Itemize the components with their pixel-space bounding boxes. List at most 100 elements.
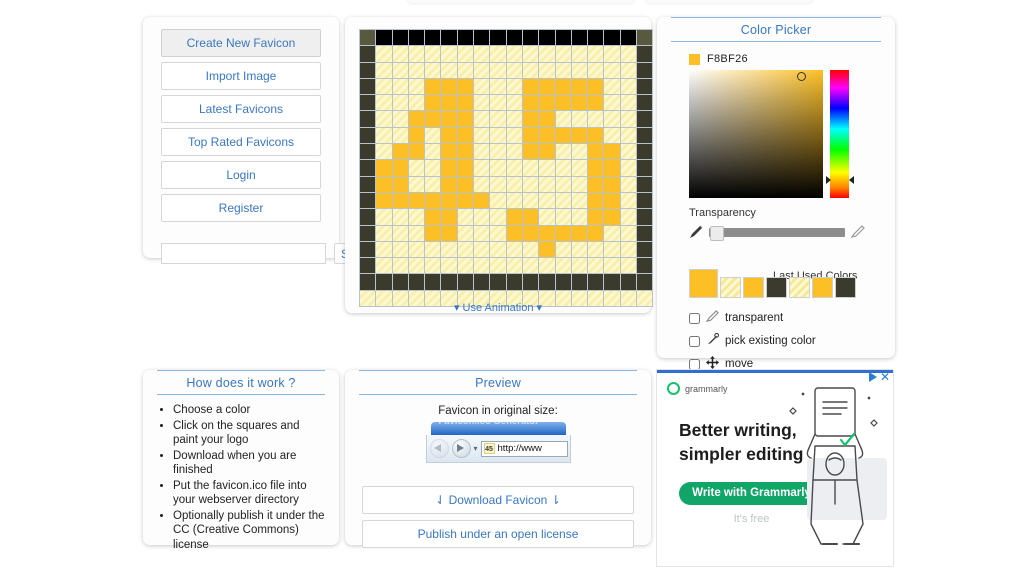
pixel-cell-12-13[interactable]: [571, 225, 588, 241]
pixel-cell-6-14[interactable]: [588, 127, 604, 144]
pixel-cell-13-16[interactable]: [620, 241, 637, 258]
pixel-cell-8-1[interactable]: [376, 160, 392, 176]
pixel-cell-15-2[interactable]: [392, 274, 408, 290]
pixel-cell-1-7[interactable]: [474, 46, 490, 62]
pixel-cell-3-12[interactable]: [555, 78, 571, 95]
pixel-cell-9-2[interactable]: [392, 176, 408, 192]
pixel-cell-13-10[interactable]: [522, 241, 539, 258]
pixel-cell-2-8[interactable]: [490, 62, 506, 78]
pixel-cell-8-8[interactable]: [490, 160, 506, 176]
pixel-cell-14-7[interactable]: [474, 258, 490, 274]
pixel-cell-1-13[interactable]: [571, 46, 588, 62]
pixel-cell-14-0[interactable]: [360, 258, 376, 274]
pixel-cell-15-11[interactable]: [539, 274, 555, 290]
pixel-cell-5-5[interactable]: [441, 111, 457, 127]
ad-choices-controls[interactable]: ✕: [868, 371, 890, 383]
pixel-cell-12-3[interactable]: [408, 225, 425, 241]
pixel-cell-7-4[interactable]: [425, 144, 441, 160]
pixel-cell-10-1[interactable]: [376, 192, 392, 209]
option-checkbox-0[interactable]: [689, 312, 700, 324]
pixel-cell-13-17[interactable]: [637, 241, 653, 258]
pixel-cell-11-0[interactable]: [360, 209, 376, 225]
pixel-cell-5-10[interactable]: [522, 111, 539, 127]
pixel-cell-13-8[interactable]: [490, 241, 506, 258]
pixel-cell-4-6[interactable]: [457, 95, 474, 111]
pixel-cell-14-17[interactable]: [637, 258, 653, 274]
pixel-cell-7-14[interactable]: [588, 144, 604, 160]
pixel-cell-12-14[interactable]: [588, 225, 604, 241]
pixel-cell-2-11[interactable]: [539, 62, 555, 78]
pixel-cell-15-4[interactable]: [425, 274, 441, 290]
pixel-cell-0-4[interactable]: [425, 30, 441, 46]
pixel-cell-4-1[interactable]: [376, 95, 392, 111]
pixel-cell-15-9[interactable]: [506, 274, 522, 290]
pixel-cell-7-2[interactable]: [392, 144, 408, 160]
pixel-cell-14-5[interactable]: [441, 258, 457, 274]
pixel-cell-3-10[interactable]: [522, 78, 539, 95]
pixel-cell-5-15[interactable]: [604, 111, 620, 127]
pixel-cell-14-1[interactable]: [376, 258, 392, 274]
pixel-cell-9-3[interactable]: [408, 176, 425, 192]
pixel-cell-4-0[interactable]: [360, 95, 376, 111]
pixel-cell-14-8[interactable]: [490, 258, 506, 274]
pixel-cell-12-16[interactable]: [620, 225, 637, 241]
pixel-cell-3-15[interactable]: [604, 78, 620, 95]
pixel-cell-9-16[interactable]: [620, 176, 637, 192]
pixel-cell-6-13[interactable]: [571, 127, 588, 144]
option-checkbox-1[interactable]: [689, 335, 700, 347]
pixel-cell-13-12[interactable]: [555, 241, 571, 258]
pixel-cell-13-14[interactable]: [588, 241, 604, 258]
pixel-cell-10-7[interactable]: [474, 192, 490, 209]
pixel-cell-8-11[interactable]: [539, 160, 555, 176]
last-used-color-2[interactable]: [743, 277, 764, 298]
pixel-cell-15-6[interactable]: [457, 274, 474, 290]
pixel-cell-5-4[interactable]: [425, 111, 441, 127]
pixel-cell-14-9[interactable]: [506, 258, 522, 274]
pixel-cell-0-11[interactable]: [539, 30, 555, 46]
pixel-cell-1-6[interactable]: [457, 46, 474, 62]
pixel-cell-14-4[interactable]: [425, 258, 441, 274]
pixel-cell-5-16[interactable]: [620, 111, 637, 127]
pixel-cell-3-6[interactable]: [457, 78, 474, 95]
pixel-cell-12-12[interactable]: [555, 225, 571, 241]
pixel-cell-12-15[interactable]: [604, 225, 620, 241]
pixel-cell-12-17[interactable]: [637, 225, 653, 241]
option-row-0[interactable]: transparent: [689, 310, 816, 326]
pixel-cell-10-6[interactable]: [457, 192, 474, 209]
last-used-color-3[interactable]: [766, 277, 787, 298]
saturation-value-box[interactable]: [689, 70, 823, 198]
pixel-cell-3-16[interactable]: [620, 78, 637, 95]
pixel-cell-5-13[interactable]: [571, 111, 588, 127]
transparency-track[interactable]: [709, 225, 845, 241]
pixel-cell-3-7[interactable]: [474, 78, 490, 95]
pixel-cell-3-5[interactable]: [441, 78, 457, 95]
pixel-cell-13-5[interactable]: [441, 241, 457, 258]
menu-item-0[interactable]: Create New Favicon: [161, 29, 321, 57]
pixel-cell-8-12[interactable]: [555, 160, 571, 176]
pixel-cell-13-2[interactable]: [392, 241, 408, 258]
pixel-cell-8-4[interactable]: [425, 160, 441, 176]
pixel-cell-1-0[interactable]: [360, 46, 376, 62]
pixel-cell-8-6[interactable]: [457, 160, 474, 176]
pixel-cell-9-17[interactable]: [637, 176, 653, 192]
option-row-1[interactable]: pick existing color: [689, 332, 816, 349]
pixel-cell-1-12[interactable]: [555, 46, 571, 62]
pixel-cell-10-10[interactable]: [522, 192, 539, 209]
pixel-cell-6-3[interactable]: [408, 127, 425, 144]
pixel-cell-9-13[interactable]: [571, 176, 588, 192]
pixel-cell-14-13[interactable]: [571, 258, 588, 274]
menu-item-2[interactable]: Latest Favicons: [161, 95, 321, 123]
pixel-cell-1-10[interactable]: [522, 46, 539, 62]
pixel-cell-5-12[interactable]: [555, 111, 571, 127]
pixel-cell-3-11[interactable]: [539, 78, 555, 95]
pixel-cell-3-2[interactable]: [392, 78, 408, 95]
pixel-cell-12-4[interactable]: [425, 225, 441, 241]
pixel-cell-3-13[interactable]: [571, 78, 588, 95]
pixel-cell-10-9[interactable]: [506, 192, 522, 209]
pixel-cell-12-6[interactable]: [457, 225, 474, 241]
pixel-cell-10-2[interactable]: [392, 192, 408, 209]
pixel-cell-11-10[interactable]: [522, 209, 539, 225]
pixel-cell-1-4[interactable]: [425, 46, 441, 62]
pixel-cell-7-8[interactable]: [490, 144, 506, 160]
pixel-cell-0-1[interactable]: [376, 30, 392, 46]
